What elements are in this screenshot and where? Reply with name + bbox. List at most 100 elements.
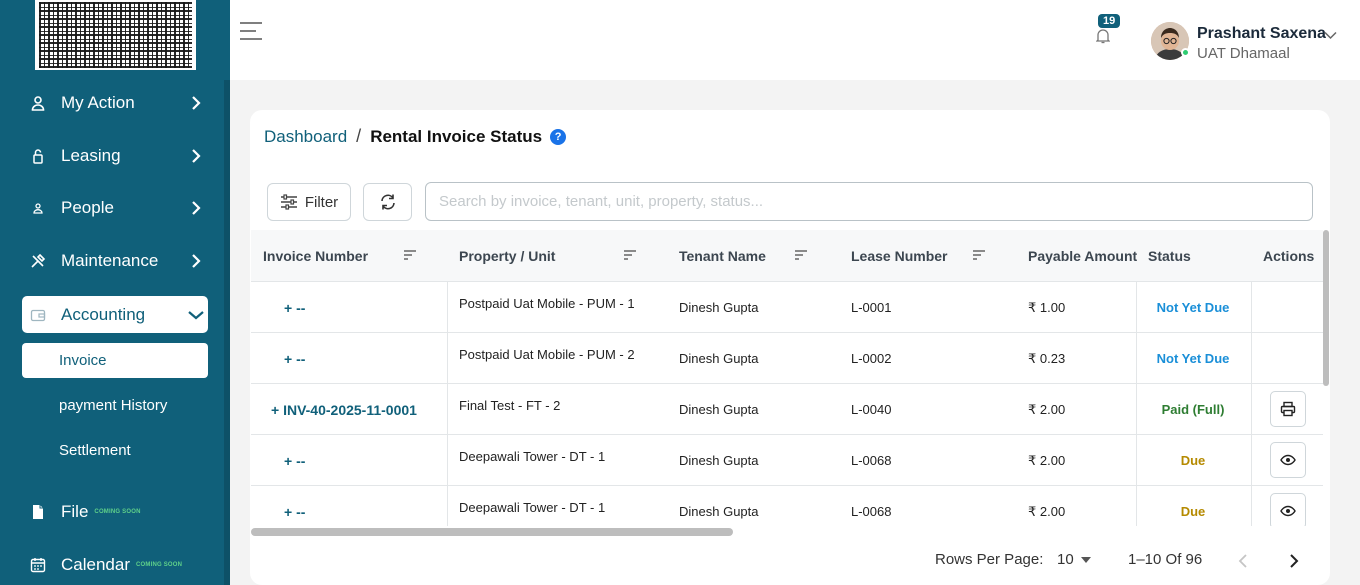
sidebar-subitem-invoice[interactable]: Invoice [22,343,208,378]
lease-number: L-0040 [851,402,892,417]
sidebar-subitem-settlement[interactable]: Settlement [22,433,208,468]
vertical-scrollbar-thumb[interactable] [1323,230,1329,386]
sidebar-item-label: Calendar [61,554,130,574]
table-row[interactable]: + -- Postpaid Uat Mobile - PUM - 1 Dines… [251,282,1323,333]
status-badge: Paid (Full) [1161,402,1225,417]
hamburger-menu-icon[interactable] [240,22,262,40]
status-badge: Not Yet Due [1156,351,1230,366]
sidebar-item-file[interactable]: File COMING SOON [22,493,208,530]
table-row[interactable]: + -- Postpaid Uat Mobile - PUM - 2 Dines… [251,333,1323,384]
property-unit: Postpaid Uat Mobile - PUM - 1 [459,296,635,311]
status-badge: Due [1180,504,1206,519]
property-unit: Final Test - FT - 2 [459,398,561,413]
refresh-button[interactable] [363,183,412,221]
rows-per-page-label: Rows Per Page: [935,551,1044,568]
refresh-icon [380,194,395,210]
tenant-name: Dinesh Gupta [679,300,759,315]
property-unit: Deepawali Tower - DT - 1 [459,500,606,515]
column-header-property-unit[interactable]: Property / Unit [459,230,555,282]
sidebar: My Action Leasing People Maintenance Acc… [0,0,230,585]
tenant-name: Dinesh Gupta [679,351,759,366]
invoice-number[interactable]: + -- [284,435,305,486]
chevron-down-icon [184,303,208,327]
page-title: Rental Invoice Status [370,126,543,146]
coming-soon-tag: COMING SOON [94,508,141,515]
sidebar-item-label: Leasing [61,145,121,165]
column-header-status[interactable]: Status [1148,230,1191,282]
status-badge: Not Yet Due [1156,300,1230,315]
table-row[interactable]: + -- Deepawali Tower - DT - 1 Dinesh Gup… [251,486,1323,526]
sliders-icon [280,194,297,210]
column-header-invoice-number[interactable]: Invoice Number [263,230,368,282]
payable-amount: ₹ 2.00 [1028,452,1066,468]
caret-down-icon [1080,556,1091,563]
breadcrumb: Dashboard / Rental Invoice Status ? [264,126,567,147]
qr-logo [35,0,196,70]
sort-icon [795,250,807,260]
eye-icon [1280,505,1296,517]
sidebar-item-accounting[interactable]: Accounting [22,296,208,333]
sidebar-item-calendar[interactable]: Calendar COMING SOON [22,546,208,583]
lease-number: L-0068 [851,504,892,519]
user-action-icon [22,95,54,111]
status-badge: Due [1180,453,1206,468]
rows-per-page-value: 10 [1057,551,1074,568]
sidebar-item-label: Accounting [61,304,146,324]
prev-page-button[interactable] [1238,554,1248,572]
sidebar-item-people[interactable]: People [22,189,208,226]
print-icon [1280,401,1296,417]
user-organization: UAT Dhamaal [1197,45,1290,62]
online-status-dot [1181,48,1190,57]
invoice-number[interactable]: + INV-40-2025-11-0001 [271,384,417,435]
calendar-icon [22,557,54,573]
table-row[interactable]: + INV-40-2025-11-0001 Final Test - FT - … [251,384,1323,435]
rows-per-page-select[interactable]: 10 [1057,551,1091,568]
column-header-tenant-name[interactable]: Tenant Name [679,230,766,282]
pagination-range: 1–10 Of 96 [1128,551,1203,568]
notification-badge: 19 [1098,14,1121,28]
view-button[interactable] [1270,493,1306,526]
invoice-number[interactable]: + -- [284,333,305,384]
help-icon[interactable]: ? [550,128,567,145]
horizontal-scrollbar[interactable] [251,526,1323,538]
table-header: Invoice Number Property / Unit Tenant Na… [251,230,1323,282]
wallet-icon [22,307,54,323]
tools-icon [22,253,54,269]
chevron-right-icon [1290,554,1299,568]
sidebar-item-my-action[interactable]: My Action [22,84,208,121]
column-header-actions: Actions [1263,248,1315,264]
bell-icon[interactable] [1095,28,1111,49]
chevron-down-icon[interactable] [1324,27,1337,45]
column-header-payable-amount[interactable]: Payable Amount [1028,230,1138,282]
view-button[interactable] [1270,442,1306,478]
filter-label: Filter [304,193,339,211]
sidebar-item-leasing[interactable]: Leasing [22,137,208,174]
invoice-number[interactable]: + -- [284,282,305,333]
lease-number: L-0002 [851,351,892,366]
lease-number: L-0068 [851,453,892,468]
search-input[interactable] [425,182,1313,221]
sidebar-item-maintenance[interactable]: Maintenance [22,242,208,279]
property-unit: Deepawali Tower - DT - 1 [459,449,606,464]
column-header-lease-number[interactable]: Lease Number [851,230,947,282]
breadcrumb-dashboard-link[interactable]: Dashboard [264,127,347,147]
scrollbar-thumb[interactable] [251,528,733,536]
invoice-number[interactable]: + -- [284,486,305,526]
coming-soon-tag: COMING SOON [136,561,183,568]
invoice-table: Invoice Number Property / Unit Tenant Na… [251,230,1323,526]
payable-amount: ₹ 1.00 [1028,299,1066,315]
table-row[interactable]: + -- Deepawali Tower - DT - 1 Dinesh Gup… [251,435,1323,486]
chevron-right-icon [184,196,208,220]
sort-icon [624,250,636,260]
next-page-button[interactable] [1289,554,1299,572]
user-name[interactable]: Prashant Saxena [1197,25,1326,43]
print-button[interactable] [1270,391,1306,427]
chevron-right-icon [184,249,208,273]
sidebar-scrollbar[interactable] [224,80,230,585]
payable-amount: ₹ 0.23 [1028,350,1066,366]
file-icon [22,504,54,520]
filter-button[interactable]: Filter [267,183,351,221]
sidebar-item-label: People [61,197,114,217]
lease-number: L-0001 [851,300,892,315]
sidebar-subitem-payment-history[interactable]: payment History [22,388,208,423]
